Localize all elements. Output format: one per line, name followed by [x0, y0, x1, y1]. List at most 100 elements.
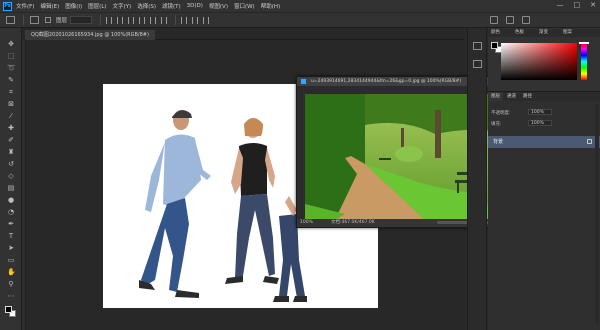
tools-panel: ✥ ⬚ ➰ ✎ ⌗ ⊠ ⁄ ✚ ✐ ♜ ↺ ◇ ▤ ● ◔ ✒ T ➤ ▭ ✋ … — [0, 28, 22, 330]
workspace-icon[interactable] — [522, 16, 530, 24]
color-picker-field[interactable] — [501, 43, 577, 80]
menu-file[interactable]: 文件(F) — [16, 2, 34, 10]
third-person-shoe — [273, 296, 289, 302]
menu-3d[interactable]: 3D(D) — [187, 3, 203, 9]
woman-top — [239, 143, 267, 196]
menu-window[interactable]: 窗口(W) — [234, 2, 255, 10]
woman-jeans — [235, 194, 275, 278]
document-tab[interactable]: QQ截图20201026165934.jpg @ 100%(RGB/8#) — [25, 30, 155, 40]
layer-name[interactable]: 背景 — [493, 136, 503, 148]
menu-select[interactable]: 选择(S) — [137, 2, 156, 10]
menu-bar: Ps 文件(F) 编辑(E) 图像(I) 图层(L) 文字(Y) 选择(S) 滤… — [0, 0, 600, 12]
history-brush-tool-icon[interactable]: ↺ — [7, 160, 15, 168]
menu-type[interactable]: 文字(Y) — [113, 2, 132, 10]
document-info[interactable]: 文档:467.0K/467.0K — [331, 219, 375, 227]
divider — [23, 15, 24, 25]
bench-leg — [457, 183, 459, 193]
healing-brush-tool-icon[interactable]: ✚ — [7, 124, 15, 132]
tab-patterns[interactable]: 图案 — [563, 29, 572, 37]
auto-select-dropdown[interactable] — [70, 16, 93, 24]
menu-help[interactable]: 帮助(H) — [261, 2, 280, 10]
woman-hair — [244, 118, 263, 136]
shrub — [395, 146, 423, 162]
clone-stamp-tool-icon[interactable]: ♜ — [7, 148, 15, 156]
tab-paths[interactable]: 路径 — [520, 92, 535, 101]
opacity-input[interactable]: 100% — [528, 109, 552, 115]
menu-image[interactable]: 图像(I) — [65, 2, 82, 10]
foreground-color-swatch[interactable] — [5, 306, 12, 313]
divider — [100, 15, 102, 25]
collapsed-panel-strip — [467, 28, 487, 330]
tab-color[interactable]: 颜色 — [491, 29, 500, 37]
zoom-tool-icon[interactable]: ⚲ — [7, 280, 15, 288]
path-select-tool-icon[interactable]: ➤ — [7, 244, 15, 252]
crop-tool-icon[interactable]: ⌗ — [7, 88, 15, 96]
man-left-arm — [145, 142, 165, 212]
gradient-tool-icon[interactable]: ▤ — [7, 184, 15, 192]
distribute-icon[interactable] — [192, 16, 199, 24]
layers-scrollbar[interactable] — [595, 104, 599, 324]
distant-bench — [379, 158, 391, 160]
align-center-icon[interactable] — [117, 16, 124, 24]
vertical-ruler — [22, 40, 26, 330]
menu-filter[interactable]: 滤镜(T) — [162, 2, 181, 10]
distribute-icon[interactable] — [181, 16, 188, 24]
menu-layer[interactable]: 图层(L) — [88, 2, 106, 10]
marquee-tool-icon[interactable]: ⬚ — [7, 52, 15, 60]
home-icon[interactable] — [6, 16, 15, 24]
man-cap — [172, 110, 192, 118]
hue-slider[interactable] — [581, 43, 587, 80]
align-top-icon[interactable] — [139, 16, 146, 24]
history-panel-icon[interactable] — [473, 42, 482, 50]
woman-shoe — [225, 276, 243, 284]
dodge-tool-icon[interactable]: ◔ — [7, 208, 15, 216]
minimize-button[interactable]: — — [557, 1, 564, 9]
fill-input[interactable]: 100% — [528, 120, 552, 126]
layers-panel-tabs: 图层 通道 路径 — [488, 92, 600, 101]
hue-slider-handle[interactable] — [579, 42, 589, 44]
right-panels: 颜色 色板 渐变 图案 图层 通道 路径 不透明度: 100% 填充: 100%… — [488, 28, 600, 330]
pen-tool-icon[interactable]: ✒ — [7, 220, 15, 228]
close-button[interactable]: ✕ — [590, 1, 596, 9]
foreground-color-swatch[interactable] — [491, 42, 498, 49]
maximize-button[interactable]: □ — [574, 1, 581, 9]
align-right-icon[interactable] — [128, 16, 135, 24]
color-panel-tabs: 颜色 色板 渐变 图案 — [488, 29, 600, 37]
woman-shoe — [263, 276, 279, 284]
type-tool-icon[interactable]: T — [7, 232, 15, 240]
align-middle-icon[interactable] — [150, 16, 157, 24]
tab-channels[interactable]: 通道 — [504, 92, 519, 101]
layer-row-background[interactable]: 背景 — [488, 136, 600, 148]
menu-view[interactable]: 视图(V) — [209, 2, 228, 10]
zoom-level[interactable]: 100% — [300, 219, 313, 227]
menu-edit[interactable]: 编辑(E) — [40, 2, 59, 10]
brush-tool-icon[interactable]: ✐ — [7, 136, 15, 144]
align-bottom-icon[interactable] — [161, 16, 168, 24]
eyedropper-tool-icon[interactable]: ⁄ — [7, 112, 15, 120]
lock-icon[interactable] — [587, 139, 592, 144]
fill-label: 填充: — [491, 122, 502, 127]
tab-swatches[interactable]: 色板 — [515, 29, 524, 37]
more-tools-icon[interactable]: ⋯ — [7, 292, 15, 300]
document-icon — [301, 79, 306, 84]
tab-gradients[interactable]: 渐变 — [539, 29, 548, 37]
man-jeans — [141, 198, 189, 292]
frame-tool-icon[interactable]: ⊠ — [7, 100, 15, 108]
properties-panel-icon[interactable] — [473, 60, 482, 68]
eraser-tool-icon[interactable]: ◇ — [7, 172, 15, 180]
tab-layers[interactable]: 图层 — [488, 92, 503, 101]
align-left-icon[interactable] — [106, 16, 113, 24]
blur-tool-icon[interactable]: ● — [7, 196, 15, 204]
lasso-tool-icon[interactable]: ➰ — [7, 64, 16, 72]
rectangle-tool-icon[interactable]: ▭ — [7, 256, 15, 264]
auto-select-checkbox[interactable] — [45, 17, 51, 23]
3d-mode-icon[interactable] — [490, 16, 498, 24]
search-icon[interactable] — [506, 16, 514, 24]
quick-select-tool-icon[interactable]: ✎ — [7, 76, 15, 84]
hand-tool-icon[interactable]: ✋ — [7, 268, 16, 276]
move-tool-icon[interactable]: ✥ — [7, 40, 15, 48]
tree-trunk — [435, 110, 441, 158]
document-tab-bar: QQ截图20201026165934.jpg @ 100%(RGB/8#) — [24, 29, 464, 40]
move-tool-icon[interactable] — [30, 16, 39, 24]
distribute-icon[interactable] — [203, 16, 210, 24]
